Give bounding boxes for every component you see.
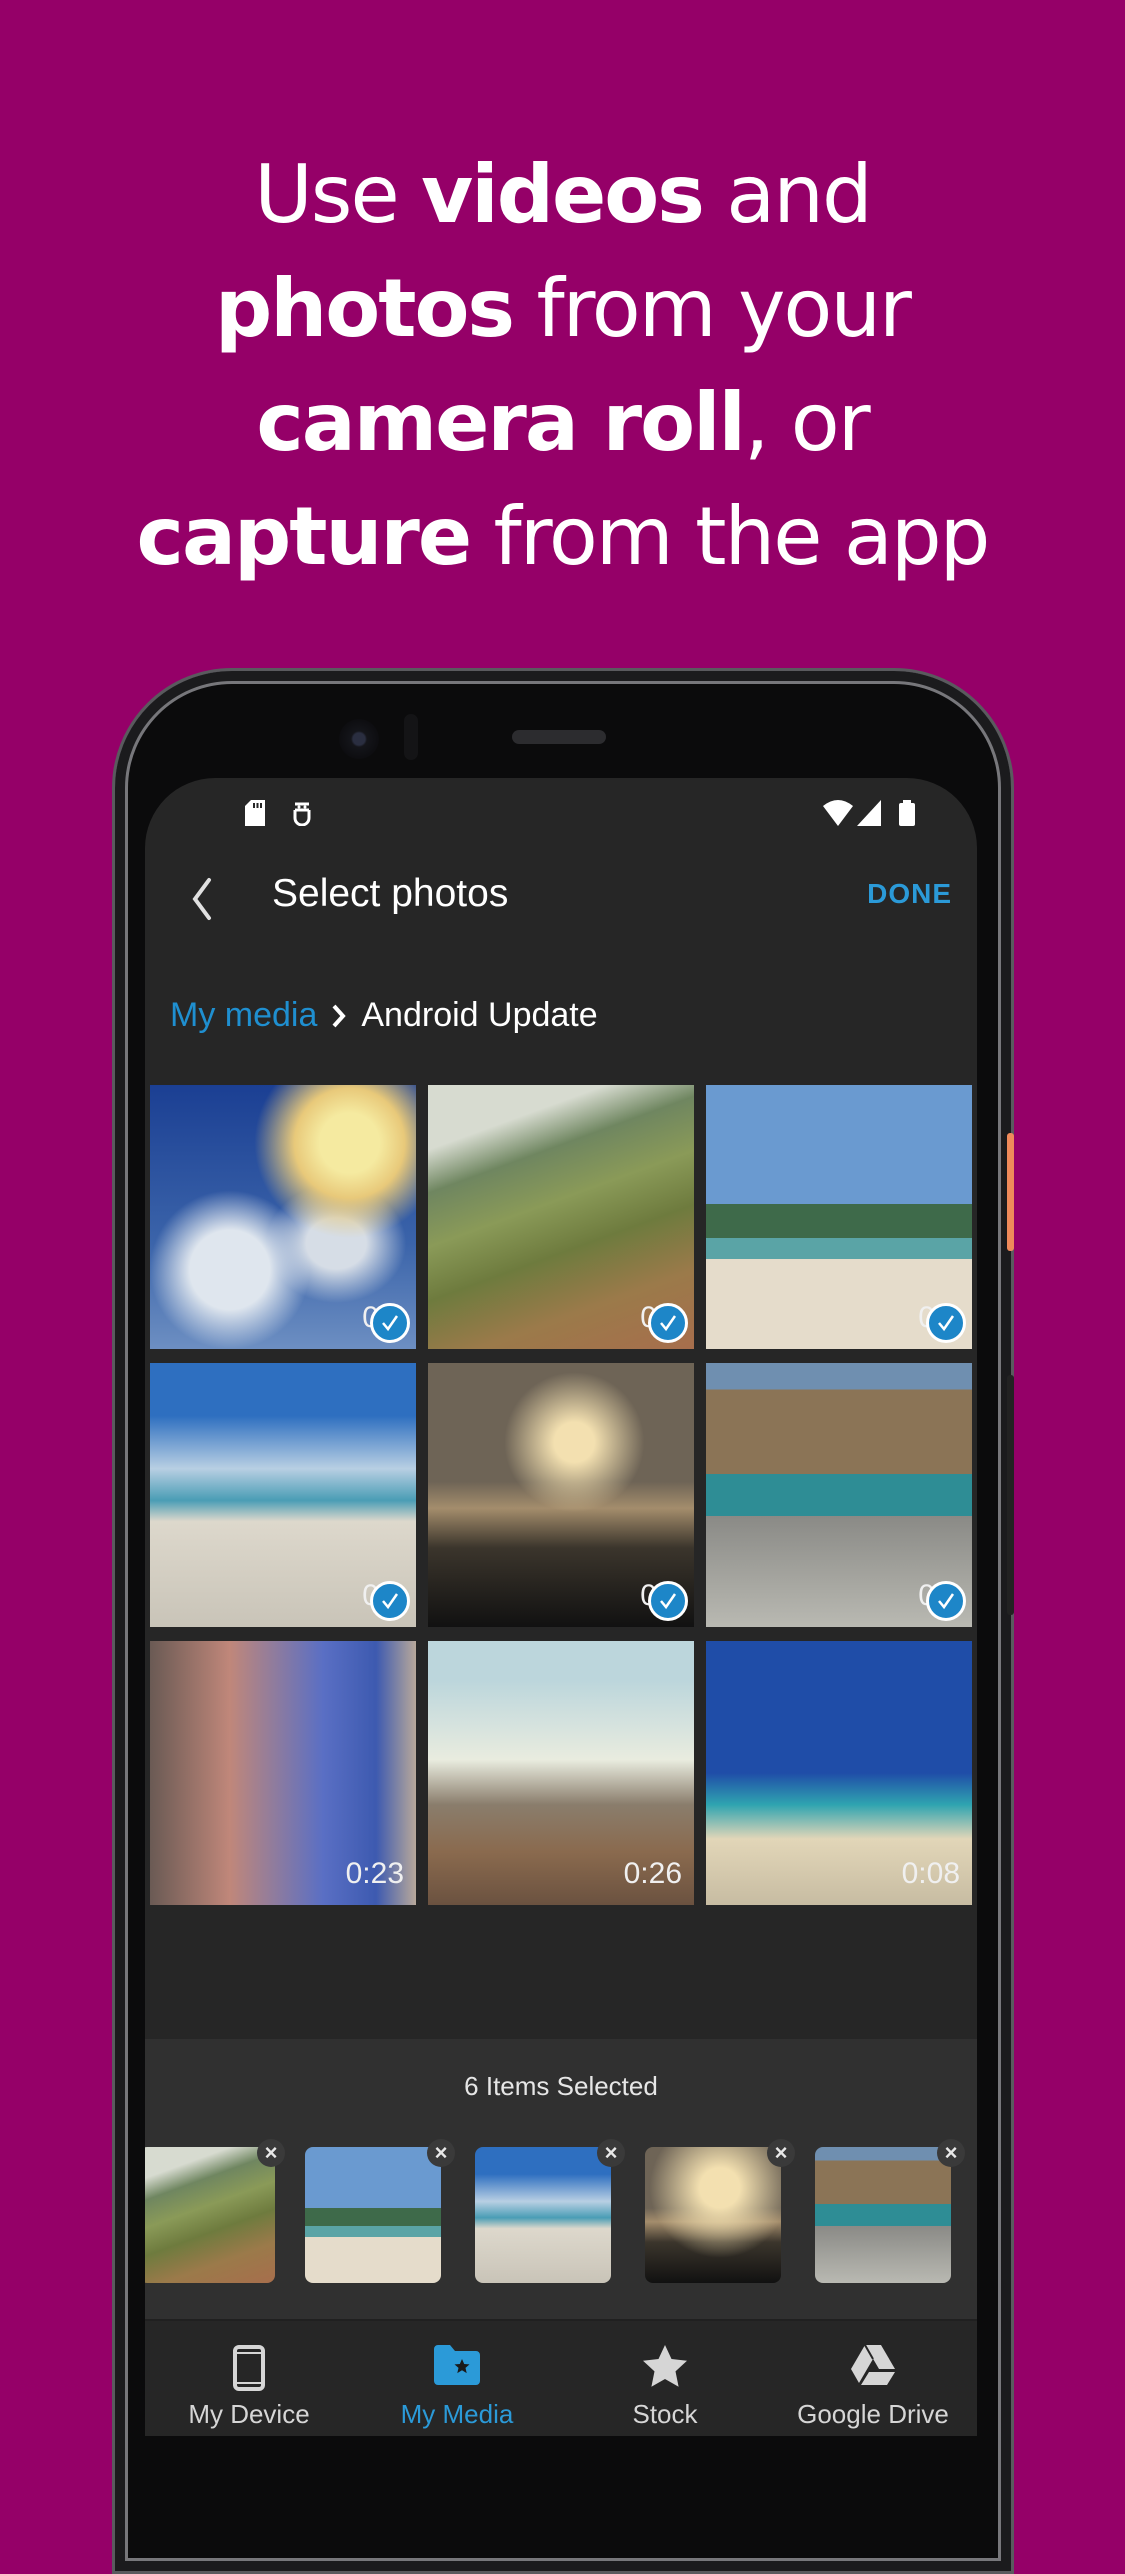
done-button[interactable]: DONE (867, 878, 952, 910)
breadcrumb-current: Android Update (361, 996, 598, 1034)
page-title: Select photos (272, 872, 509, 915)
check-icon[interactable] (926, 1303, 966, 1343)
media-tile[interactable]: 0:26 (428, 1641, 694, 1905)
wifi-icon (823, 800, 853, 826)
check-icon[interactable] (648, 1303, 688, 1343)
volume-button (1007, 1375, 1014, 1615)
battery-icon (899, 800, 915, 826)
close-icon[interactable]: × (597, 2139, 625, 2167)
selected-thumbnail[interactable] (815, 2147, 951, 2283)
media-tile[interactable]: 0:2 (150, 1085, 416, 1349)
debug-icon (293, 802, 311, 826)
media-tile[interactable]: 0:23 (150, 1641, 416, 1905)
promo-headline: Use videos and photos from your camera r… (0, 138, 1125, 594)
check-icon[interactable] (926, 1581, 966, 1621)
video-duration: 0:26 (623, 1857, 682, 1890)
proximity-sensor (404, 714, 418, 760)
google-drive-icon (851, 2345, 895, 2385)
nav-label: My Device (188, 2399, 310, 2429)
headline-line-2: photos from your (215, 262, 912, 355)
media-tile[interactable]: 0:2 (428, 1085, 694, 1349)
check-icon[interactable] (648, 1581, 688, 1621)
chevron-right-icon (332, 1004, 347, 1027)
sd-card-icon (245, 800, 265, 826)
headline-line-4: capture from the app (136, 490, 991, 583)
close-icon[interactable]: × (257, 2139, 285, 2167)
selection-tray: 6 Items Selected × × × × × (145, 2039, 977, 2319)
bottom-nav: My Device My Media Stock Google Drive (145, 2319, 977, 2436)
media-tile[interactable]: 0:0 (150, 1363, 416, 1627)
video-duration: 0:23 (345, 1857, 404, 1890)
selected-thumbnail[interactable] (645, 2147, 781, 2283)
selected-thumbnail[interactable] (145, 2147, 275, 2283)
power-button (1007, 1133, 1014, 1251)
media-tile[interactable]: 0:1 (706, 1085, 972, 1349)
close-icon[interactable]: × (767, 2139, 795, 2167)
star-icon (643, 2345, 687, 2387)
app-bar: Select photos DONE (145, 842, 977, 952)
breadcrumb: My media Android Update (170, 996, 598, 1035)
nav-label: My Media (400, 2399, 514, 2429)
headline-line-1: Use videos and (254, 148, 872, 241)
nav-google-drive[interactable]: Google Drive (769, 2321, 977, 2436)
front-camera-icon (339, 719, 379, 759)
phone-icon (233, 2345, 265, 2391)
signal-icon (857, 800, 881, 826)
chevron-left-icon[interactable] (183, 874, 223, 924)
folder-star-icon (434, 2345, 480, 2385)
selected-count: 6 Items Selected (464, 2071, 658, 2101)
close-icon[interactable]: × (937, 2139, 965, 2167)
nav-my-media[interactable]: My Media (353, 2321, 561, 2436)
media-tile[interactable]: 0:1 (428, 1363, 694, 1627)
status-bar (145, 778, 977, 842)
nav-stock[interactable]: Stock (561, 2321, 769, 2436)
nav-my-device[interactable]: My Device (145, 2321, 353, 2436)
media-tile[interactable]: 0:08 (706, 1641, 972, 1905)
check-icon[interactable] (370, 1581, 410, 1621)
close-icon[interactable]: × (427, 2139, 455, 2167)
breadcrumb-my-media[interactable]: My media (170, 996, 317, 1035)
nav-label: Google Drive (797, 2399, 949, 2429)
media-tile[interactable]: 0:2 (706, 1363, 972, 1627)
phone-screen: Select photos DONE My media Android Upda… (145, 778, 977, 2436)
check-icon[interactable] (370, 1303, 410, 1343)
selected-thumbnail[interactable] (305, 2147, 441, 2283)
selected-thumbnail[interactable] (475, 2147, 611, 2283)
earpiece-speaker (512, 730, 606, 744)
headline-line-3: camera roll, or (256, 376, 870, 469)
nav-label: Stock (632, 2399, 698, 2429)
video-duration: 0:08 (901, 1857, 960, 1890)
